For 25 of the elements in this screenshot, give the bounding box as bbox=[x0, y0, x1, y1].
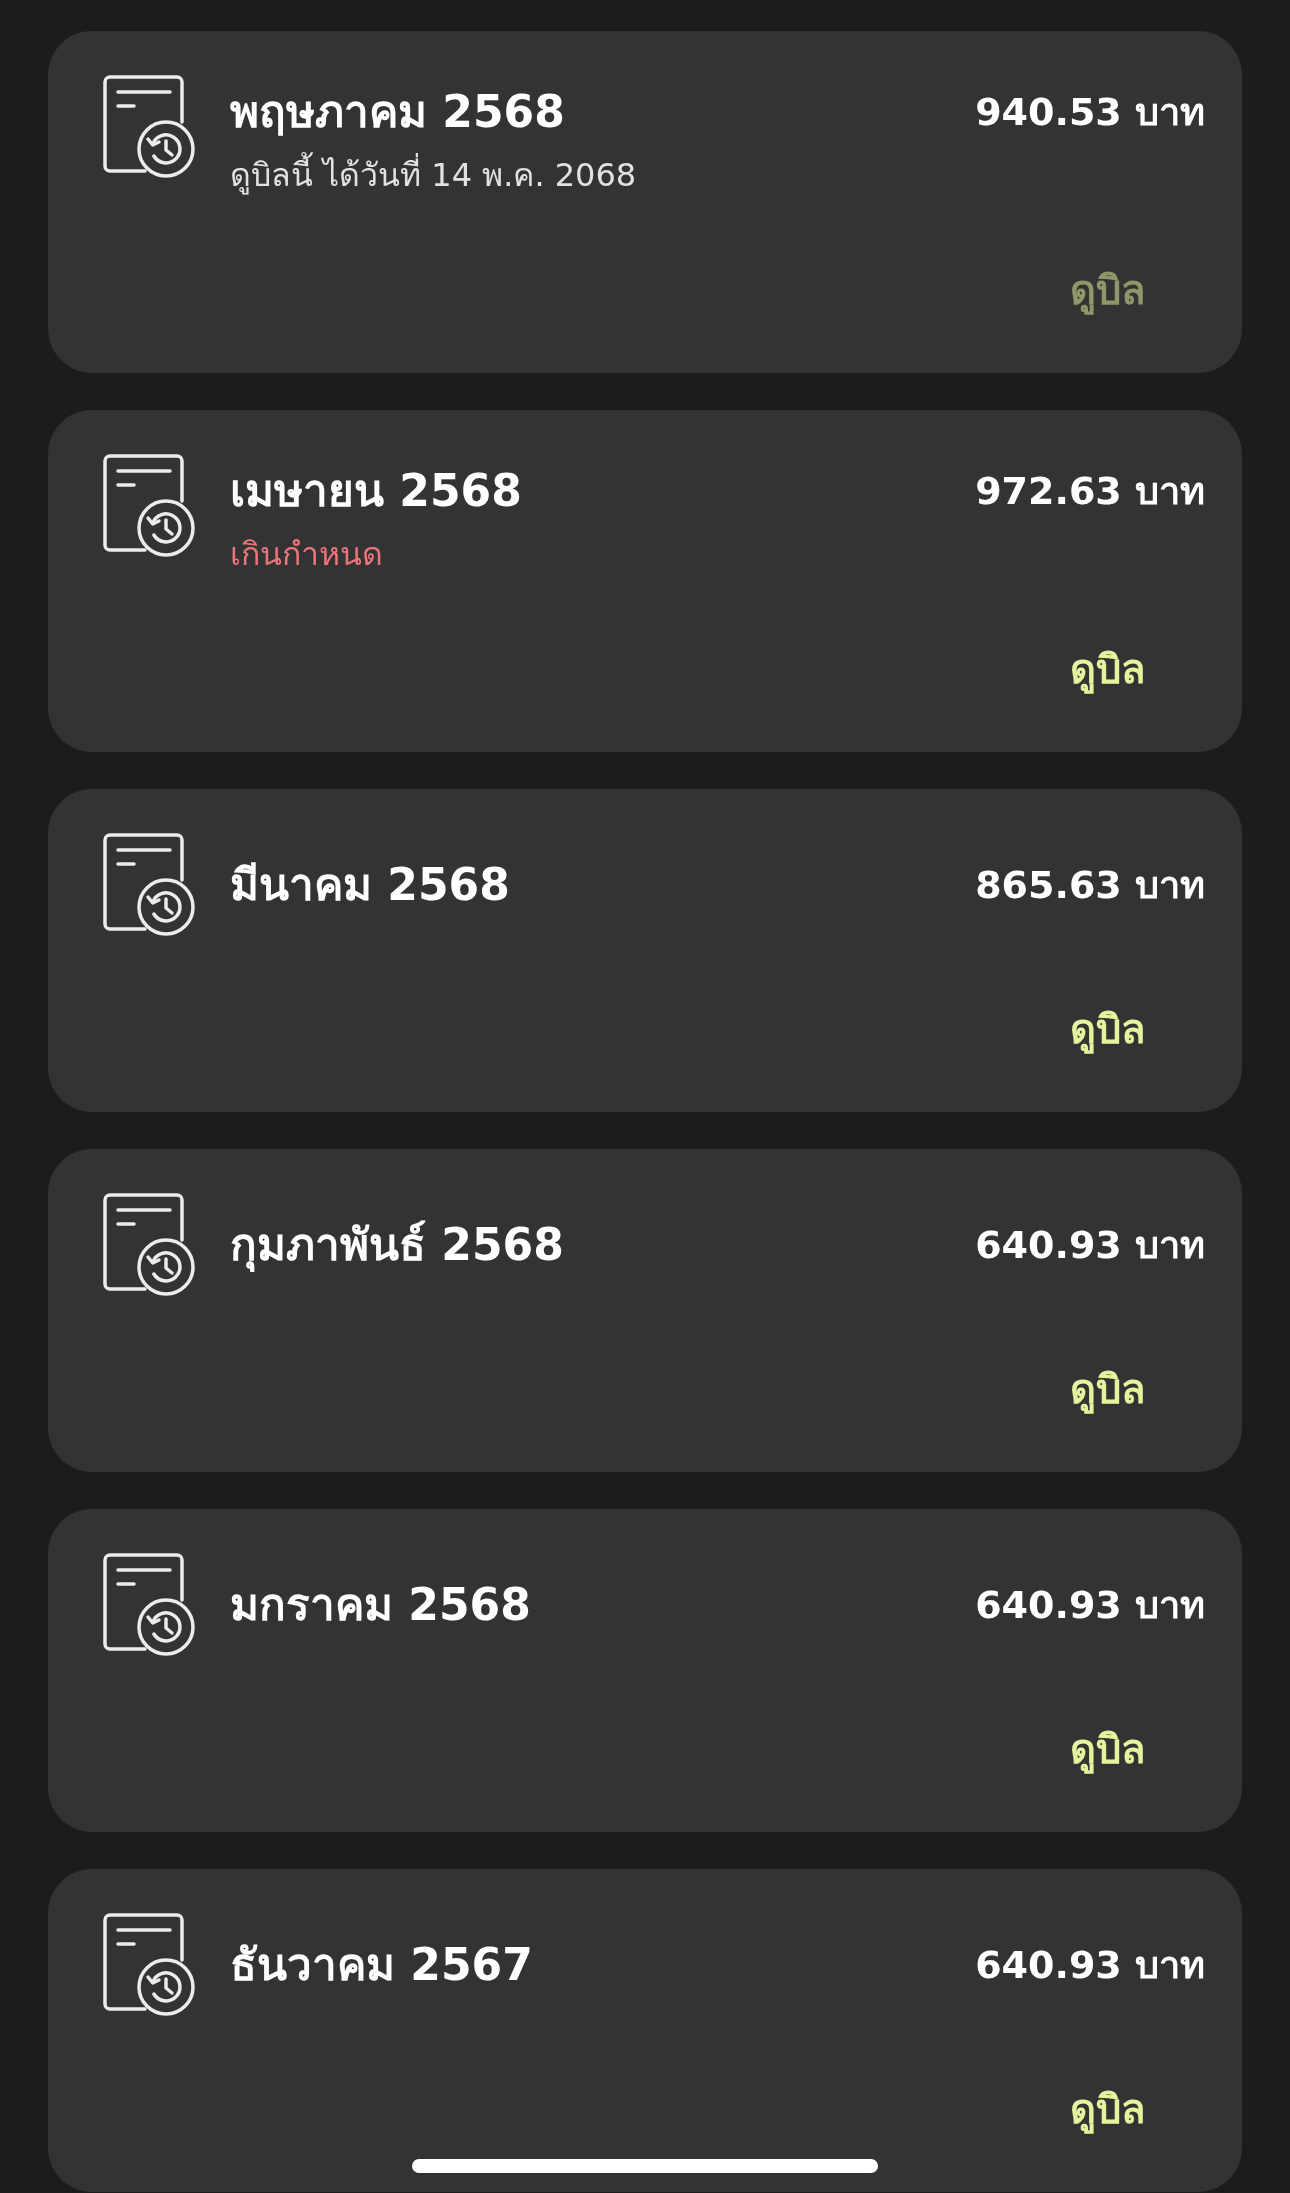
view-bill-button[interactable]: ดูบิล bbox=[1070, 2084, 1146, 2134]
bill-month: เมษายน 2568 bbox=[230, 464, 522, 518]
view-bill-button[interactable]: ดูบิล bbox=[1070, 1004, 1146, 1054]
bill-history-icon bbox=[103, 1193, 196, 1297]
bill-amount: 640.93 บาท bbox=[975, 1942, 1205, 1989]
bill-note: เกินกำหนด bbox=[230, 534, 383, 575]
bill-amount: 972.63 บาท bbox=[975, 468, 1205, 515]
bill-amount: 640.93 บาท bbox=[975, 1222, 1205, 1269]
bill-month: ธันวาคม 2567 bbox=[230, 1938, 533, 1992]
bill-history-icon bbox=[103, 1913, 196, 2017]
bill-history-icon bbox=[103, 454, 196, 558]
bill-month: มีนาคม 2568 bbox=[230, 858, 510, 912]
view-bill-button[interactable]: ดูบิล bbox=[1070, 1724, 1146, 1774]
bill-month: พฤษภาคม 2568 bbox=[230, 85, 565, 139]
bill-note: ดูบิลนี้ ได้วันที่ 14 พ.ค. 2068 bbox=[230, 152, 637, 198]
view-bill-button[interactable]: ดูบิล bbox=[1070, 1364, 1146, 1414]
bill-history-icon bbox=[103, 833, 196, 937]
bill-amount: 865.63 บาท bbox=[975, 862, 1205, 909]
bill-month: มกราคม 2568 bbox=[230, 1578, 531, 1632]
view-bill-button[interactable]: ดูบิล bbox=[1070, 644, 1146, 694]
bill-amount: 640.93 บาท bbox=[975, 1582, 1205, 1629]
bill-amount: 940.53 บาท bbox=[975, 89, 1205, 136]
bill-history-icon bbox=[103, 75, 196, 179]
bill-history-icon bbox=[103, 1553, 196, 1657]
bill-month: กุมภาพันธ์ 2568 bbox=[230, 1218, 564, 1273]
